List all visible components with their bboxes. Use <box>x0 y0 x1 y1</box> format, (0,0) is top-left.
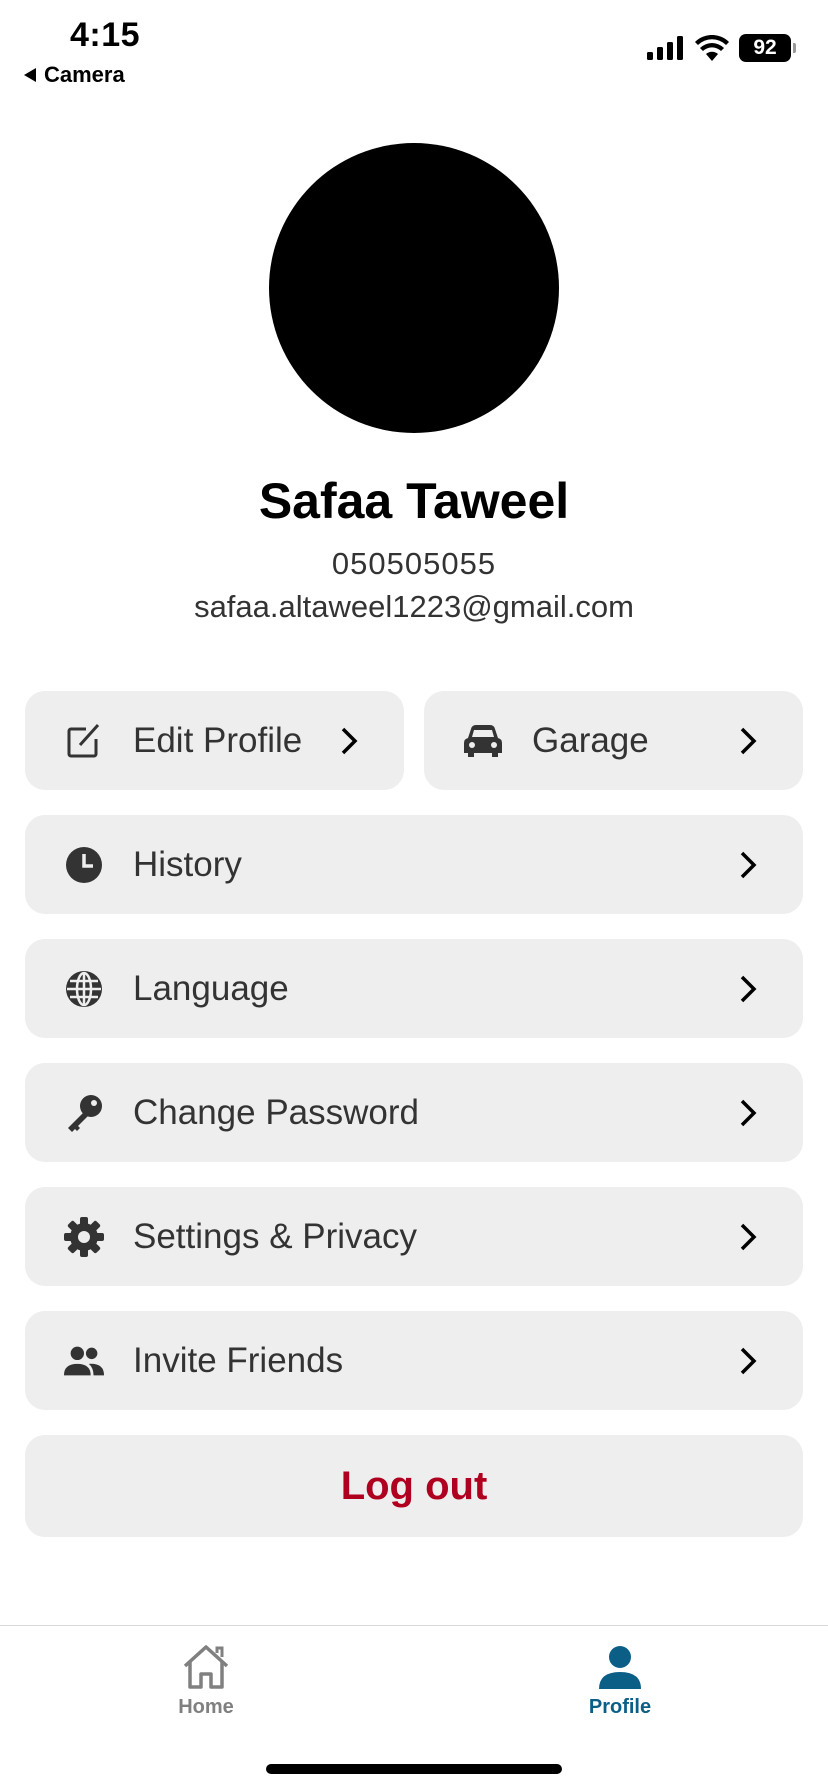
logout-button[interactable]: Log out <box>25 1435 803 1537</box>
clock-icon <box>63 844 105 886</box>
cellular-signal-icon <box>647 36 683 60</box>
status-icons: 92 <box>647 34 796 62</box>
chevron-right-icon <box>735 973 761 1005</box>
wifi-icon <box>695 35 729 61</box>
car-icon <box>462 720 504 762</box>
edit-profile-button[interactable]: Edit Profile <box>25 691 404 790</box>
invite-friends-label: Invite Friends <box>133 1340 344 1380</box>
status-time: 4:15 <box>70 16 141 54</box>
chevron-right-icon <box>735 1221 761 1253</box>
profile-email: safaa.altaweel1223@gmail.com <box>194 589 634 624</box>
home-icon <box>183 1645 229 1689</box>
settings-privacy-button[interactable]: Settings & Privacy <box>25 1187 803 1286</box>
change-password-label: Change Password <box>133 1092 419 1132</box>
gear-icon <box>63 1216 105 1258</box>
home-indicator <box>266 1764 562 1774</box>
back-to-camera-link[interactable]: Camera <box>24 62 125 88</box>
battery-nub <box>793 43 796 53</box>
battery-indicator: 92 <box>739 34 791 62</box>
tab-home[interactable]: Home <box>126 1644 286 1719</box>
logout-label: Log out <box>340 1463 488 1508</box>
profile-phone: 050505055 <box>331 546 497 581</box>
change-password-button[interactable]: Change Password <box>25 1063 803 1162</box>
tab-profile-label: Profile <box>588 1696 652 1718</box>
key-icon <box>63 1092 105 1134</box>
profile-name: Safaa Taweel <box>258 473 570 529</box>
invite-friends-button[interactable]: Invite Friends <box>25 1311 803 1410</box>
chevron-right-icon <box>735 725 761 757</box>
chevron-right-icon <box>336 725 362 757</box>
tab-home-label: Home <box>178 1696 234 1718</box>
garage-button[interactable]: Garage <box>424 691 803 790</box>
chevron-right-icon <box>735 1097 761 1129</box>
person-icon <box>599 1646 641 1689</box>
garage-label: Garage <box>532 720 649 760</box>
tab-profile[interactable]: Profile <box>540 1644 700 1719</box>
people-icon <box>63 1340 105 1382</box>
globe-icon <box>63 968 105 1010</box>
chevron-right-icon <box>735 1345 761 1377</box>
edit-profile-label: Edit Profile <box>133 720 303 760</box>
chevron-right-icon <box>735 849 761 881</box>
settings-privacy-label: Settings & Privacy <box>133 1216 417 1256</box>
status-bar: 4:15 Camera 92 <box>0 0 828 100</box>
avatar[interactable] <box>269 143 559 433</box>
language-label: Language <box>133 968 289 1008</box>
back-app-label: Camera <box>44 62 125 87</box>
language-button[interactable]: Language <box>25 939 803 1038</box>
back-triangle-icon <box>24 68 36 82</box>
edit-square-icon <box>63 720 105 762</box>
history-label: History <box>133 844 242 884</box>
history-button[interactable]: History <box>25 815 803 914</box>
